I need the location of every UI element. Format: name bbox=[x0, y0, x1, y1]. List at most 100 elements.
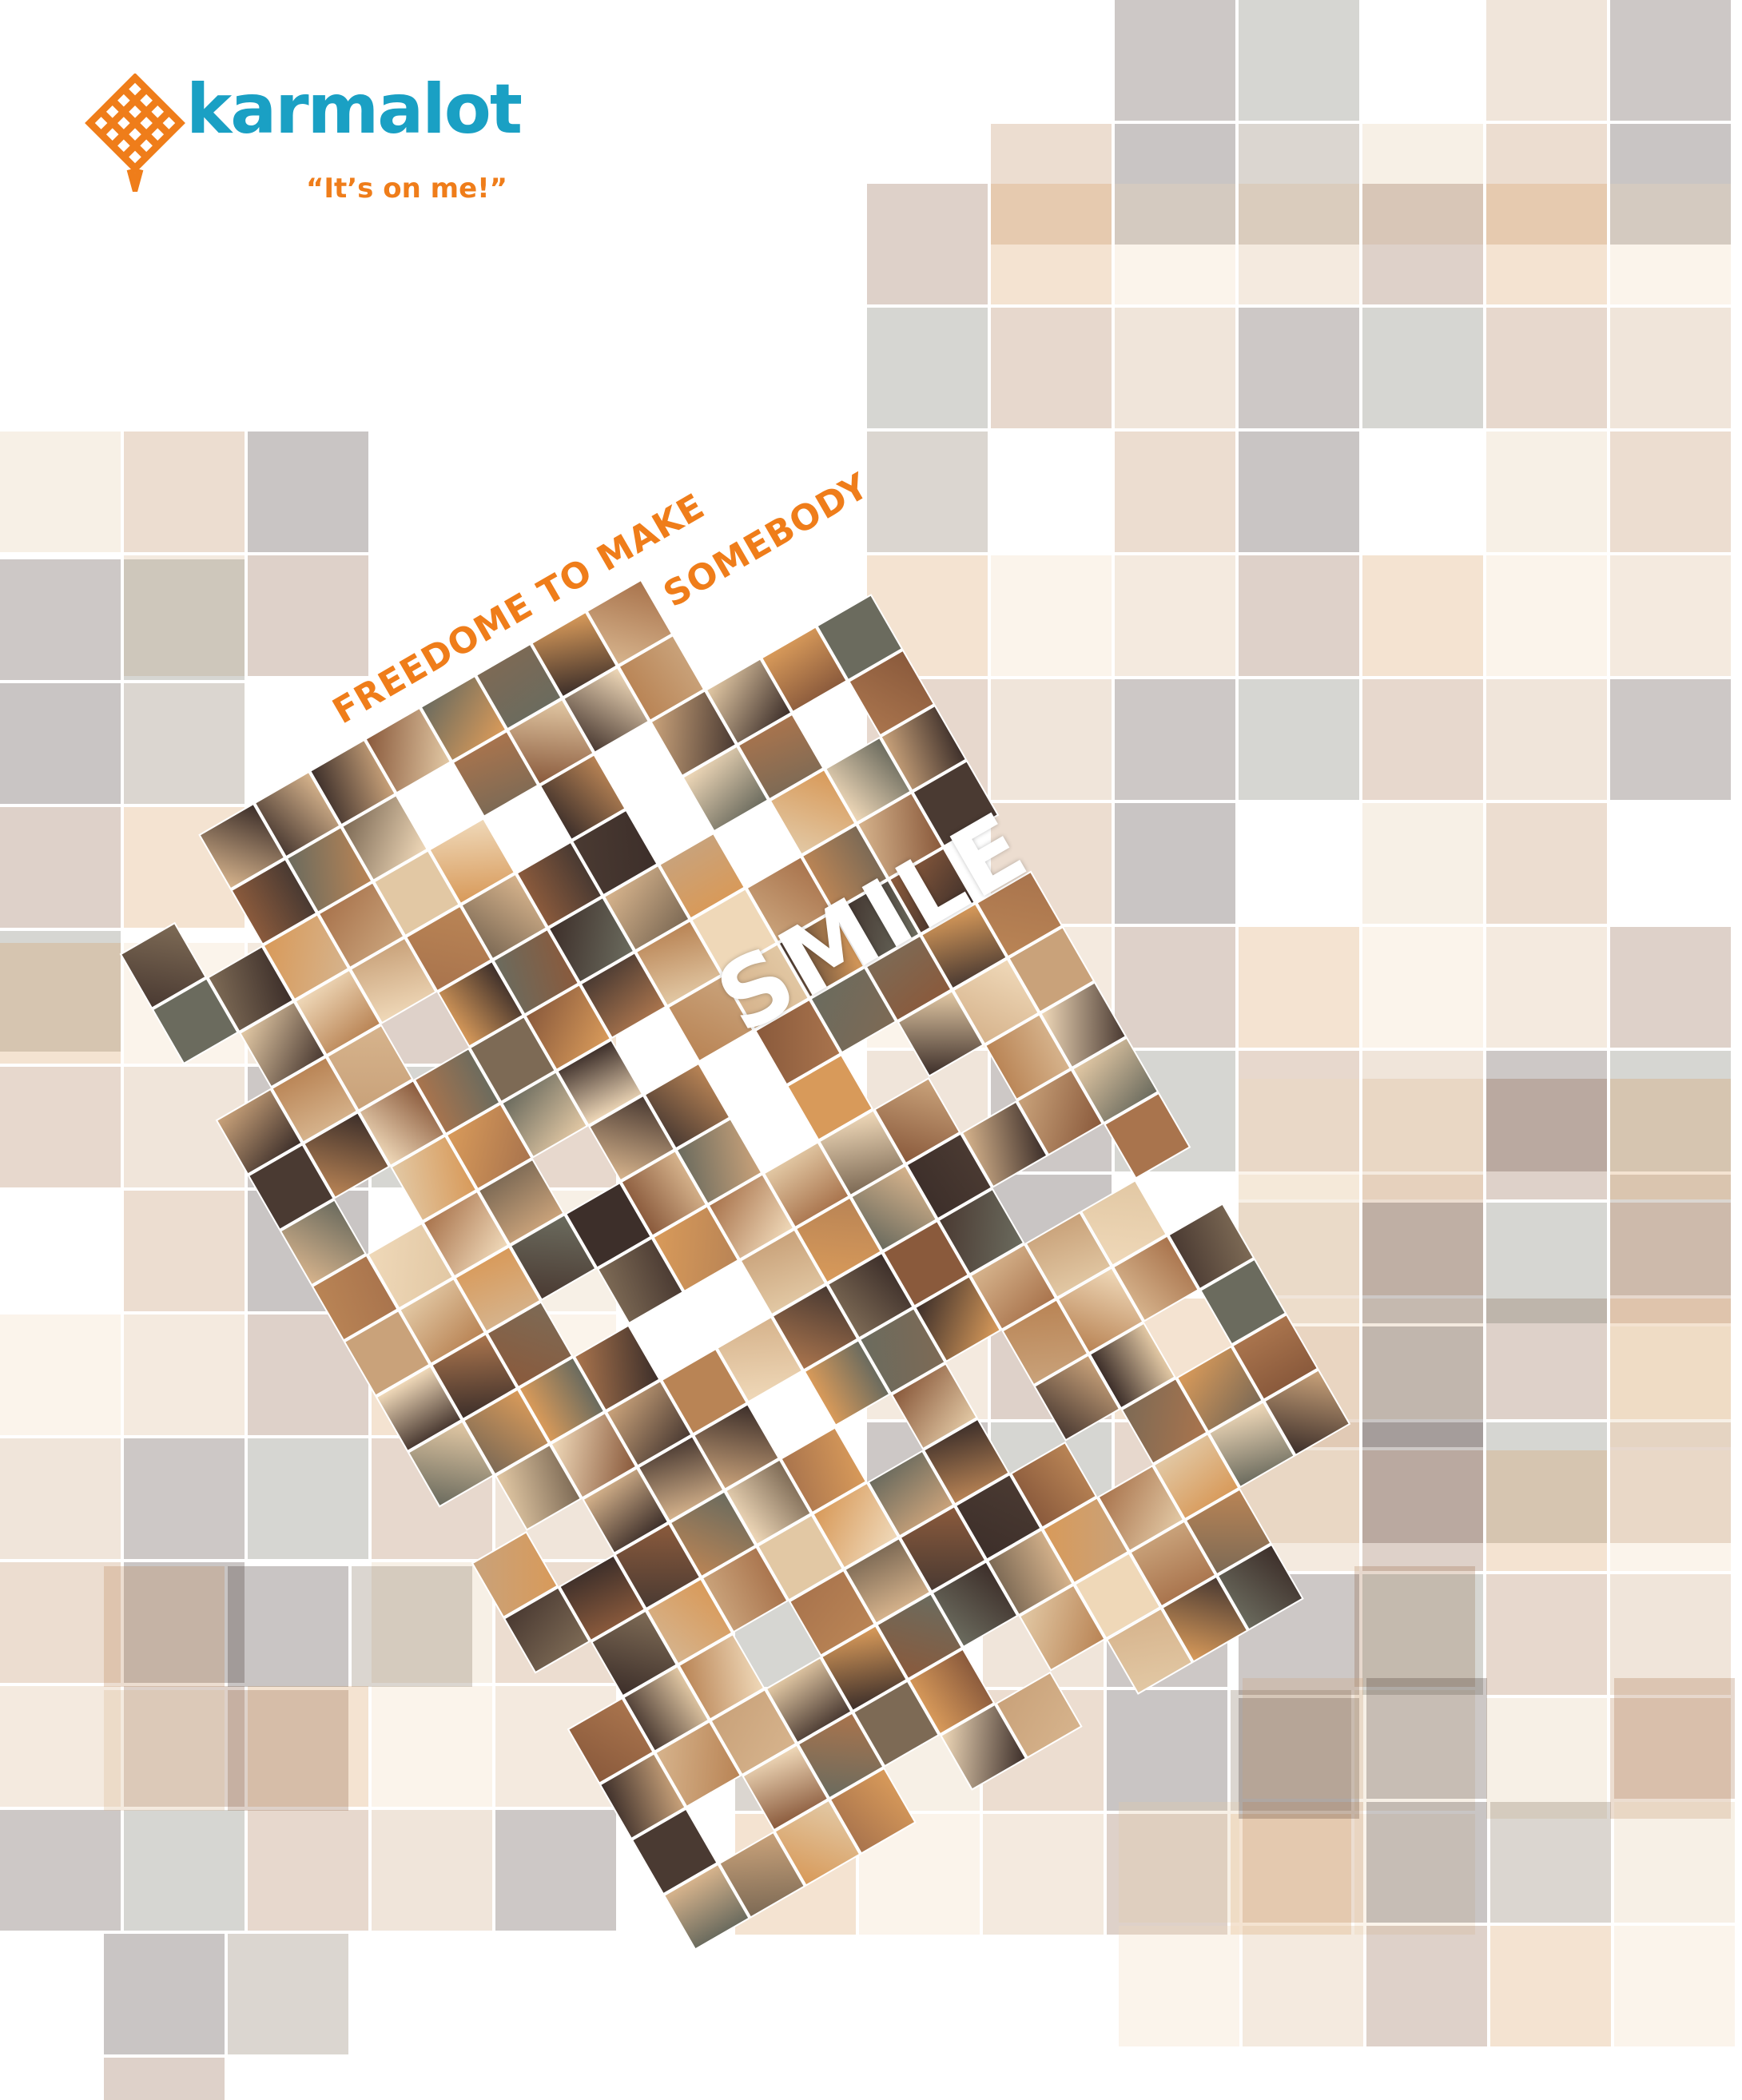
background-photo-tile bbox=[1362, 1574, 1483, 1695]
background-photo-tile bbox=[124, 683, 245, 804]
background-photo-tile bbox=[1486, 1698, 1607, 1819]
background-photo-tile bbox=[1362, 1203, 1483, 1323]
background-photo-tile bbox=[1366, 1926, 1487, 2046]
background-photo-tile bbox=[1362, 1450, 1483, 1571]
background-photo-tile bbox=[1239, 927, 1359, 1048]
background-photo-tile bbox=[1239, 555, 1359, 676]
background-photo-tile bbox=[1486, 184, 1607, 304]
background-photo-tile bbox=[867, 432, 988, 552]
background-photo-tile bbox=[1490, 1802, 1611, 1923]
background-photo-tile bbox=[124, 1191, 245, 1311]
background-photo-tile bbox=[1486, 308, 1607, 428]
poster: karmalot “It’s on me!” FREEDOME TO MAKE … bbox=[0, 0, 1742, 2100]
background-photo-tile bbox=[495, 943, 616, 1064]
background-photo-tile bbox=[228, 1690, 348, 1811]
background-photo-tile bbox=[495, 1810, 616, 1931]
background-photo-tile bbox=[1115, 803, 1235, 924]
background-photo-tile bbox=[859, 1690, 980, 1811]
background-photo-tile bbox=[991, 308, 1112, 428]
background-photo-tile bbox=[1610, 1574, 1731, 1695]
background-photo-tile bbox=[372, 1314, 492, 1435]
background-photo-tile bbox=[983, 1566, 1104, 1687]
endless-knot-icon bbox=[85, 74, 185, 192]
background-photo-tile bbox=[1239, 0, 1359, 121]
background-photo-tile bbox=[867, 1422, 988, 1543]
brand-tagline: “It’s on me!” bbox=[306, 173, 507, 205]
background-photo-tile bbox=[1362, 308, 1483, 428]
background-photo-tile bbox=[1239, 1326, 1359, 1447]
background-photo-tile bbox=[0, 807, 121, 928]
background-photo-tile bbox=[1115, 555, 1235, 676]
background-photo-tile bbox=[352, 1566, 472, 1687]
background-photo-tile bbox=[1239, 184, 1359, 304]
background-photo-tile bbox=[0, 1810, 121, 1931]
brand-logo[interactable]: karmalot “It’s on me!” bbox=[84, 74, 531, 217]
background-photo-tile bbox=[104, 1934, 225, 2054]
background-photo-tile bbox=[1119, 1802, 1239, 1923]
background-photo-tile bbox=[1243, 1678, 1363, 1799]
background-photo-tile bbox=[1490, 1926, 1611, 2046]
background-photo-tile bbox=[1239, 432, 1359, 552]
background-photo-tile bbox=[1362, 555, 1483, 676]
background-photo-tile bbox=[1610, 927, 1731, 1048]
background-photo-tile bbox=[1614, 1802, 1735, 1923]
brand-name: karmalot bbox=[186, 70, 523, 149]
background-photo-tile bbox=[372, 943, 492, 1064]
background-photo-tile bbox=[104, 2058, 225, 2100]
background-photo-tile bbox=[1243, 1802, 1363, 1923]
background-photo-tile bbox=[248, 432, 368, 552]
background-photo-tile bbox=[1115, 679, 1235, 800]
background-photo-tile bbox=[1610, 1079, 1731, 1199]
background-photo-tile bbox=[495, 1686, 616, 1807]
background-photo-tile bbox=[495, 1067, 616, 1187]
background-photo-tile bbox=[1239, 1203, 1359, 1323]
background-photo-tile bbox=[991, 1422, 1112, 1543]
background-photo-tile bbox=[495, 1191, 616, 1311]
background-photo-tile bbox=[124, 1438, 245, 1559]
background-photo-tile bbox=[1362, 679, 1483, 800]
background-photo-tile bbox=[228, 1934, 348, 2054]
background-photo-tile bbox=[991, 1299, 1112, 1419]
background-photo-tile bbox=[867, 1051, 988, 1171]
background-photo-tile bbox=[0, 1562, 121, 1683]
background-photo-tile bbox=[372, 1067, 492, 1187]
background-photo-tile bbox=[228, 1566, 348, 1687]
background-photo-tile bbox=[1614, 1926, 1735, 2046]
background-photo-tile bbox=[248, 1067, 368, 1187]
background-photo-tile bbox=[1239, 1450, 1359, 1571]
background-photo-tile bbox=[1119, 1926, 1239, 2046]
background-photo-tile bbox=[991, 1175, 1112, 1295]
background-photo-tile bbox=[1486, 927, 1607, 1048]
background-photo-tile bbox=[1239, 1574, 1359, 1695]
background-photo-tile bbox=[1610, 1326, 1731, 1447]
background-photo-tile bbox=[1107, 1690, 1227, 1811]
background-photo-tile bbox=[1610, 679, 1731, 800]
background-photo-tile bbox=[1362, 184, 1483, 304]
background-photo-tile bbox=[1486, 432, 1607, 552]
background-photo-tile bbox=[991, 184, 1112, 304]
background-photo-tile bbox=[1115, 184, 1235, 304]
background-photo-tile bbox=[0, 943, 121, 1064]
background-photo-tile bbox=[104, 1566, 225, 1687]
background-photo-tile bbox=[1486, 1079, 1607, 1199]
background-photo-tile bbox=[495, 1438, 616, 1559]
background-photo-tile bbox=[1239, 1079, 1359, 1199]
background-photo-tile bbox=[1115, 308, 1235, 428]
background-photo-tile bbox=[1610, 432, 1731, 552]
background-photo-tile bbox=[983, 1690, 1104, 1811]
background-photo-tile bbox=[1610, 184, 1731, 304]
background-photo-grid bbox=[0, 0, 1735, 2100]
background-photo-tile bbox=[1486, 1203, 1607, 1323]
background-photo-tile bbox=[1610, 0, 1731, 121]
background-photo-tile bbox=[867, 679, 988, 800]
background-photo-tile bbox=[991, 1051, 1112, 1171]
background-photo-tile bbox=[0, 1314, 121, 1435]
background-photo-tile bbox=[991, 679, 1112, 800]
background-photo-tile bbox=[1115, 1299, 1235, 1419]
background-photo-tile bbox=[0, 683, 121, 804]
background-photo-tile bbox=[124, 432, 245, 552]
background-photo-tile bbox=[735, 1566, 856, 1687]
background-photo-tile bbox=[1366, 1802, 1487, 1923]
background-photo-tile bbox=[0, 1438, 121, 1559]
background-photo-tile bbox=[983, 1814, 1104, 1935]
